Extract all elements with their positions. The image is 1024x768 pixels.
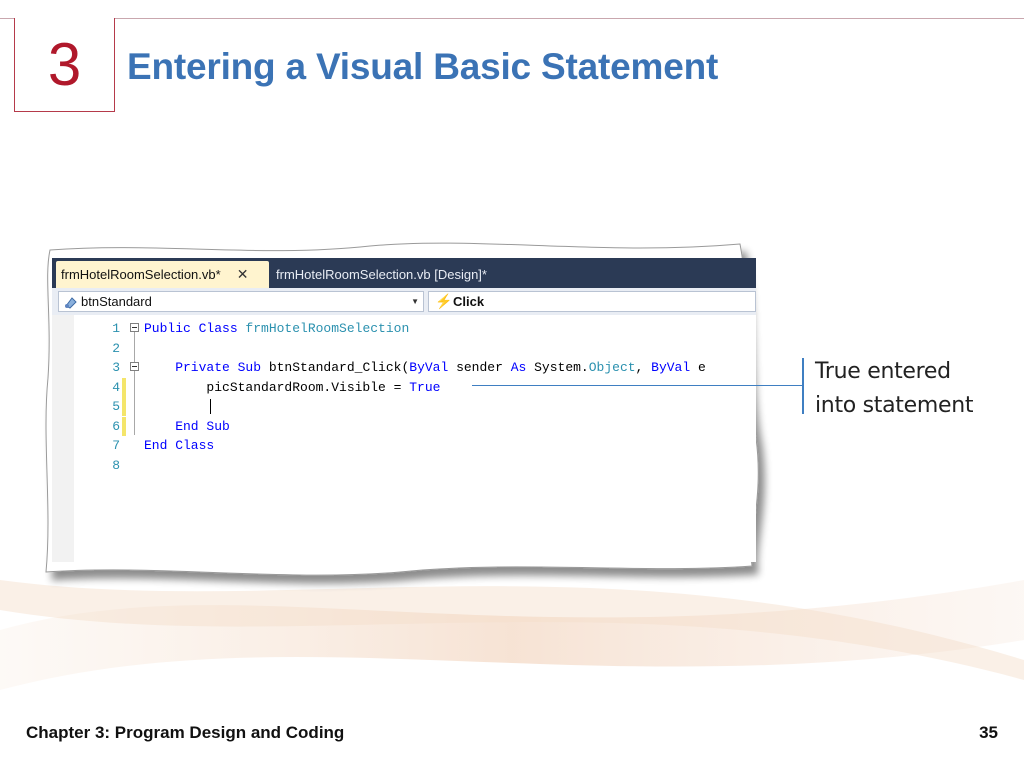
control-icon — [65, 297, 77, 309]
tab-code-file[interactable]: frmHotelRoomSelection.vb* ✕ — [56, 261, 269, 288]
text-caret — [210, 399, 211, 414]
code-text: Public Class frmHotelRoomSelection — [144, 321, 410, 336]
callout-line-2: into statement — [815, 393, 974, 418]
code-text: End Sub — [144, 418, 230, 434]
line-number: 4 — [112, 379, 120, 395]
event-lightning-icon: ⚡ — [435, 293, 453, 309]
line-number: 3 — [112, 360, 120, 375]
event-combo-value: Click — [453, 294, 485, 309]
navigation-bar: btnStandard ▼ ⚡ Click — [52, 288, 756, 316]
line-number: 5 — [112, 399, 120, 414]
code-line[interactable]: 5 — [52, 397, 756, 416]
object-combo-value: btnStandard — [81, 294, 152, 309]
code-line[interactable]: 2 — [52, 339, 756, 358]
line-number: 2 — [112, 340, 120, 356]
document-tabstrip: frmHotelRoomSelection.vb* ✕ frmHotelRoom… — [52, 258, 756, 288]
chevron-down-icon[interactable]: ▼ — [411, 297, 419, 306]
slide-title: Entering a Visual Basic Statement — [127, 46, 719, 87]
footer-chapter: Chapter 3: Program Design and Coding — [26, 723, 345, 742]
tab-design-file-label: frmHotelRoomSelection.vb [Design]* — [276, 267, 487, 282]
chapter-number: 3 — [47, 30, 82, 98]
page-number: 35 — [979, 723, 998, 742]
callout-text: True entered into statement — [815, 355, 974, 423]
code-line[interactable]: 4 picStandardRoom.Visible = True — [52, 377, 756, 397]
code-line[interactable]: 1 Public Class frmHotelRoomSelection — [52, 319, 756, 338]
code-text: End Class — [144, 438, 215, 453]
callout-leader-line — [472, 385, 802, 386]
top-rule — [0, 18, 1024, 19]
chapter-number-box: 3 — [14, 18, 115, 112]
change-indicator — [122, 377, 126, 397]
code-line[interactable]: 7 End Class — [52, 436, 756, 455]
change-indicator — [122, 397, 126, 416]
code-text: picStandardRoom.Visible = True — [144, 379, 441, 395]
code-text: Private Sub btnStandard_Click(ByVal send… — [144, 360, 706, 375]
code-editor-window: frmHotelRoomSelection.vb* ✕ frmHotelRoom… — [52, 258, 756, 562]
event-combo[interactable]: ⚡ Click — [428, 291, 756, 312]
line-number: 6 — [112, 418, 120, 434]
line-number: 8 — [112, 457, 120, 473]
callout-bracket — [802, 358, 804, 414]
tab-design-file[interactable]: frmHotelRoomSelection.vb [Design]* — [276, 261, 487, 288]
line-number: 7 — [112, 438, 120, 453]
line-number: 1 — [112, 321, 120, 336]
collapse-icon[interactable] — [130, 362, 139, 371]
tab-code-file-label: frmHotelRoomSelection.vb* — [61, 267, 221, 282]
collapse-icon[interactable] — [130, 323, 139, 332]
code-line[interactable]: 8 — [52, 456, 756, 475]
close-icon[interactable]: ✕ — [237, 266, 249, 283]
code-line[interactable]: 6 End Sub — [52, 416, 756, 436]
change-indicator — [122, 416, 126, 436]
code-editor[interactable]: 1 Public Class frmHotelRoomSelection 2 3 Pr… — [52, 315, 756, 562]
code-line[interactable]: 3 Private Sub btnStandard_Click(ByVal se… — [52, 358, 756, 377]
callout-line-1: True entered — [815, 359, 951, 384]
object-combo[interactable]: btnStandard ▼ — [58, 291, 424, 312]
